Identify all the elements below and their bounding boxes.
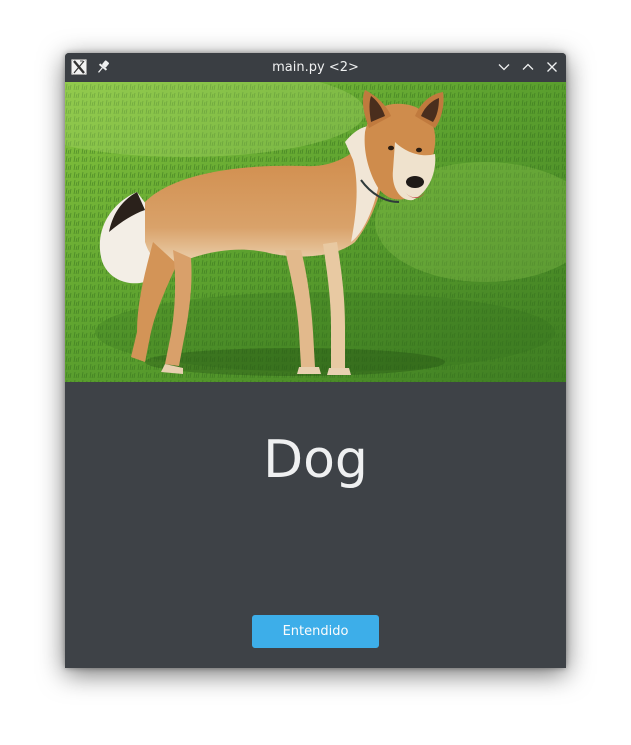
pin-icon[interactable]: [96, 59, 110, 75]
window-title: main.py <2>: [272, 60, 359, 75]
dialog-window: main.py <2> Dog Entendido: [65, 53, 566, 668]
close-icon[interactable]: [544, 59, 560, 75]
title-bar[interactable]: main.py <2>: [65, 53, 566, 82]
chevron-down-icon[interactable]: [496, 59, 512, 75]
classification-label: Dog: [263, 430, 368, 490]
x-app-icon[interactable]: [71, 59, 87, 75]
entendido-button[interactable]: Entendido: [252, 615, 379, 648]
desktop-background: main.py <2> Dog Entendido: [0, 0, 631, 745]
dog-photo: [65, 82, 566, 382]
chevron-up-icon[interactable]: [520, 59, 536, 75]
